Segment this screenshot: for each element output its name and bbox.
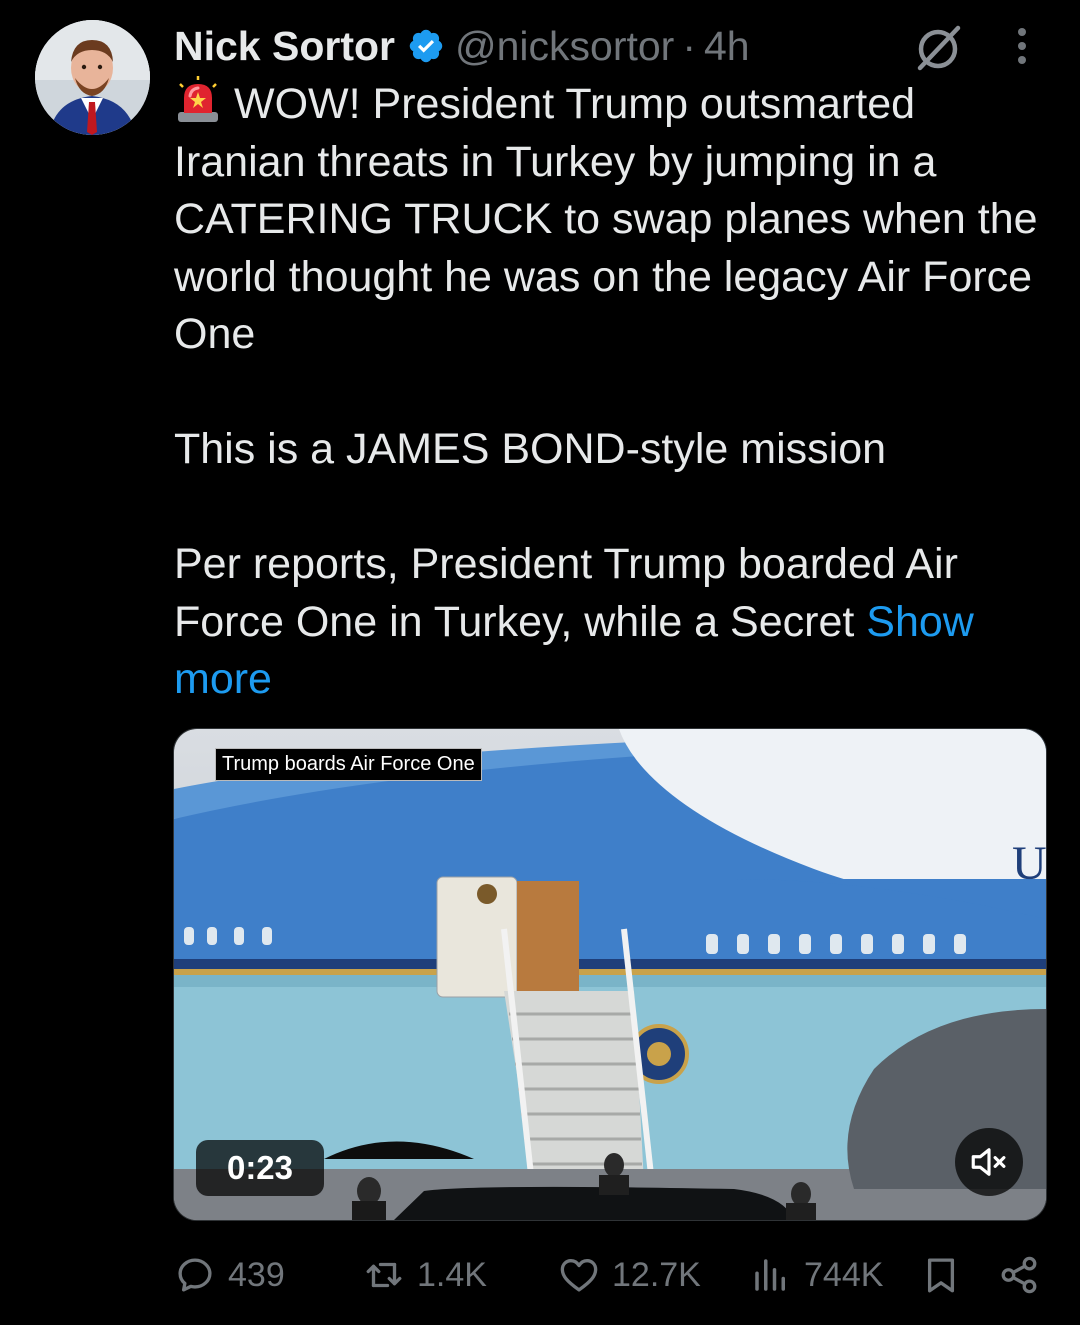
more-vertical-icon[interactable] [1000, 24, 1044, 68]
post-time[interactable]: 4h [704, 23, 750, 70]
reply-icon [178, 1258, 212, 1292]
tweet-paragraph-1-text: WOW! President Trump outsmarted Iranian … [174, 80, 1038, 358]
share-button[interactable] [998, 1248, 1040, 1302]
grok-icon[interactable] [912, 22, 964, 74]
tweet: Nick Sortor @nicksortor · 4h WOW! Presid… [0, 0, 1080, 1325]
verified-badge-icon [409, 29, 443, 63]
video-duration: 0:23 [196, 1140, 324, 1196]
retweet-button[interactable]: 1.4K [363, 1248, 487, 1302]
mute-button[interactable] [955, 1128, 1023, 1196]
separator-dot: · [682, 22, 696, 69]
tweet-header: Nick Sortor @nicksortor · 4h [174, 18, 750, 74]
tweet-paragraph-2: This is a JAMES BOND-style mission [174, 425, 887, 473]
tweet-paragraph-3-text: Per reports, President Trump boarded Air… [174, 540, 958, 646]
share-icon [1001, 1256, 1037, 1294]
video-caption: Trump boards Air Force One [215, 748, 482, 781]
views-button[interactable]: 744K [750, 1248, 883, 1302]
like-button[interactable]: 12.7K [558, 1248, 701, 1302]
avatar-image [35, 20, 150, 135]
police-siren-emoji [178, 76, 218, 122]
reply-count: 439 [228, 1255, 285, 1294]
view-count: 744K [804, 1255, 884, 1294]
bookmark-button[interactable] [920, 1248, 962, 1302]
retweet-icon [366, 1262, 402, 1288]
retweet-count: 1.4K [417, 1255, 487, 1294]
author-handle[interactable]: @nicksortor [455, 23, 674, 70]
svg-text:U: U [1012, 837, 1046, 890]
tweet-actions: 439 1.4K 12.7K 744K [0, 1248, 1080, 1302]
volume-muted-icon [971, 1148, 1006, 1176]
tweet-text: WOW! President Trump outsmarted Iranian … [174, 76, 1054, 709]
analytics-icon [755, 1259, 785, 1291]
heart-icon [560, 1258, 598, 1292]
tweet-paragraph-1: WOW! President Trump outsmarted Iranian … [174, 76, 1054, 364]
video-player[interactable]: U Trump boards Air Force One 0:23 [173, 728, 1047, 1221]
tweet-paragraph-3: Per reports, President Trump boarded Air… [174, 536, 1054, 709]
reply-button[interactable]: 439 [174, 1248, 285, 1302]
bookmark-icon [927, 1258, 955, 1293]
like-count: 12.7K [612, 1255, 701, 1294]
avatar[interactable] [35, 20, 150, 135]
author-name[interactable]: Nick Sortor [174, 23, 395, 70]
